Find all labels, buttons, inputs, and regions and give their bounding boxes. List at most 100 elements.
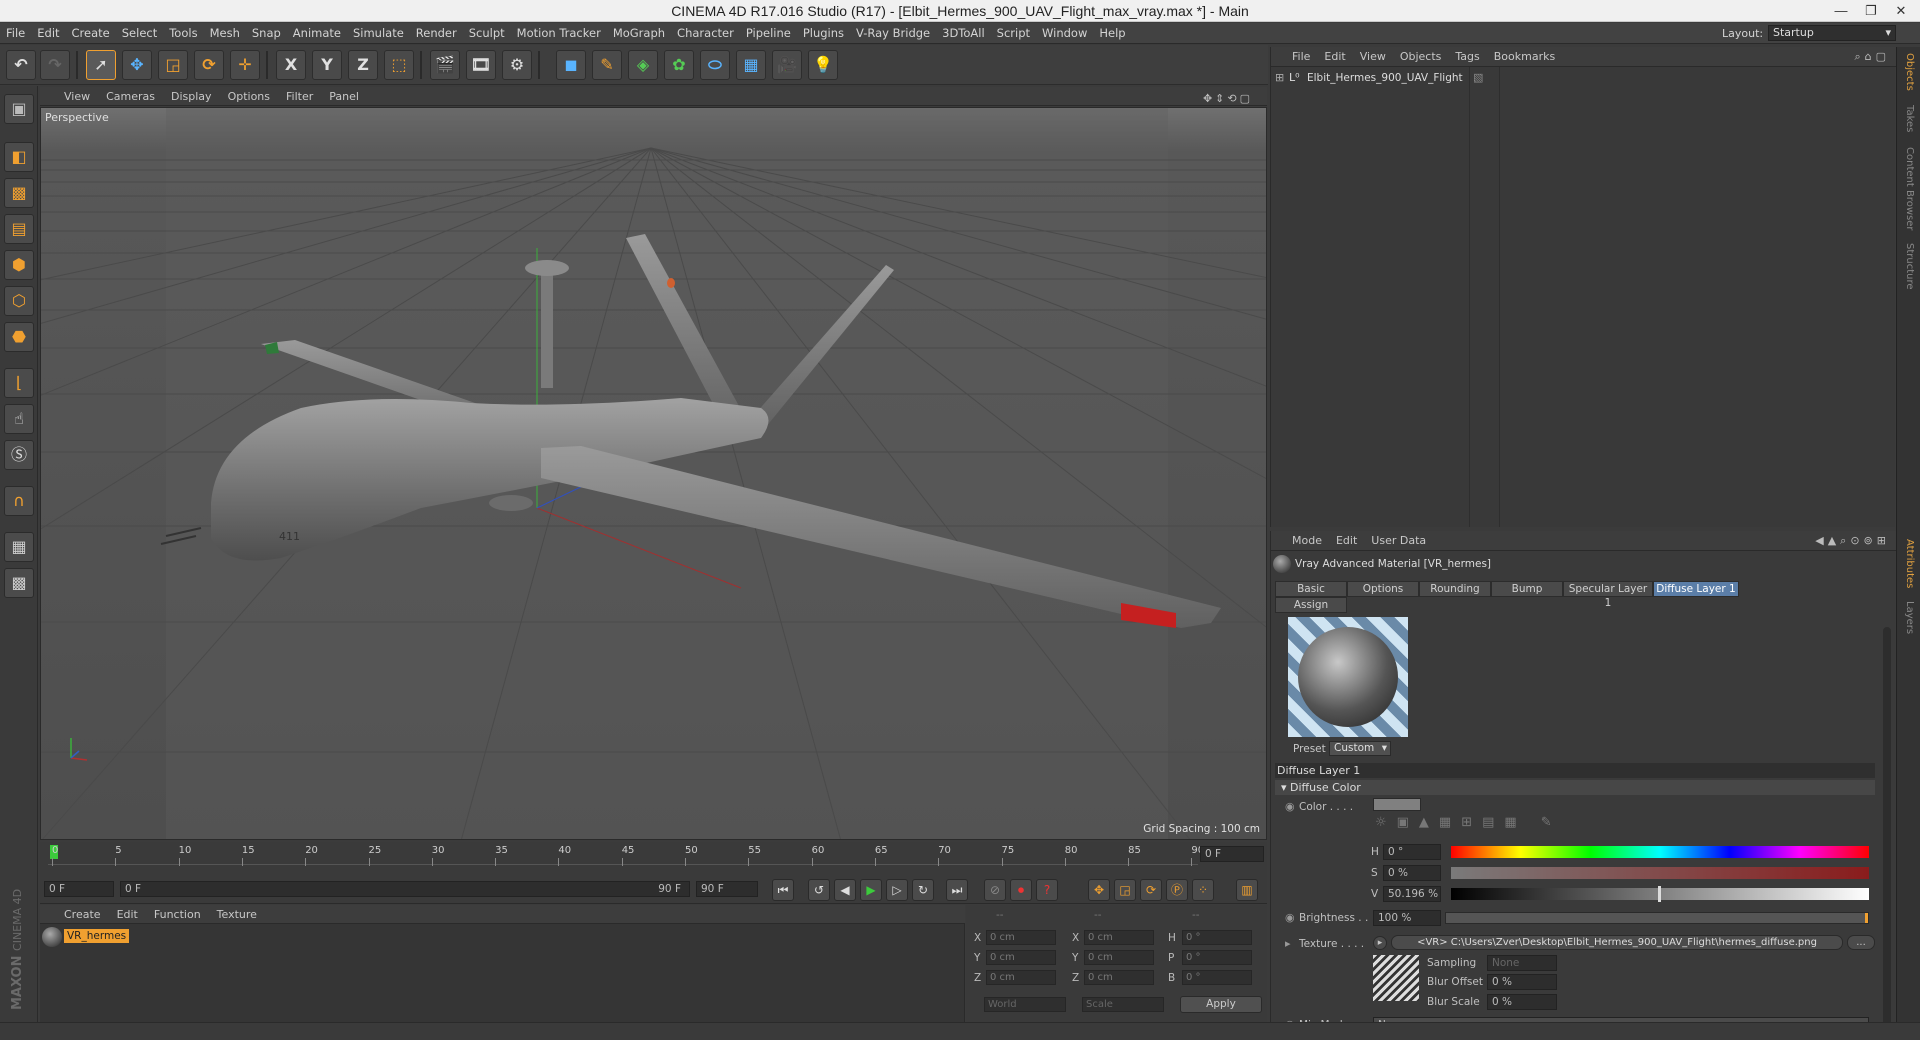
goto-end-icon[interactable]: ⏭: [946, 879, 968, 901]
rotation-h-field[interactable]: 0 °: [1182, 930, 1252, 945]
keyframe-selection-icon[interactable]: ?: [1036, 879, 1058, 901]
viewport-nav-icons[interactable]: ✥⇕⟲▢: [1195, 89, 1261, 108]
brightness-slider[interactable]: [1445, 912, 1869, 924]
position-y-field[interactable]: 0 cm: [986, 950, 1056, 965]
coordinate-system-icon[interactable]: ⬚: [384, 50, 414, 80]
record-active-icon[interactable]: ⊘: [984, 879, 1006, 901]
expand-arrow-icon[interactable]: ▸: [1285, 937, 1291, 950]
mat-menu-function[interactable]: Function: [146, 905, 209, 924]
size-x-field[interactable]: 0 cm: [1084, 930, 1154, 945]
menu-select[interactable]: Select: [116, 23, 163, 44]
cube-primitive-icon[interactable]: ◼: [556, 50, 586, 80]
axis-z-button[interactable]: Z: [348, 50, 378, 80]
hue-slider[interactable]: [1451, 846, 1869, 858]
menu-edit[interactable]: Edit: [31, 23, 65, 44]
viewport-menu-panel[interactable]: Panel: [321, 87, 367, 106]
material-thumbnail[interactable]: [42, 927, 62, 947]
tab-options[interactable]: Options: [1347, 581, 1419, 597]
menu-render[interactable]: Render: [410, 23, 463, 44]
axis-y-button[interactable]: Y: [312, 50, 342, 80]
size-z-field[interactable]: 0 cm: [1084, 970, 1154, 985]
move-icon[interactable]: ✥: [122, 50, 152, 80]
sampling-dropdown[interactable]: None: [1487, 955, 1557, 971]
mat-menu-create[interactable]: Create: [56, 905, 109, 924]
mat-menu-edit[interactable]: Edit: [109, 905, 146, 924]
viewport-menu-options[interactable]: Options: [220, 87, 278, 106]
side-tab-objects[interactable]: Objects: [1904, 53, 1915, 91]
search-icon[interactable]: ⌕⌂▢: [1854, 50, 1890, 64]
expand-icon[interactable]: ⊞: [1275, 71, 1284, 84]
previous-frame-icon[interactable]: ◀: [834, 879, 856, 901]
tab-specular-layer-1[interactable]: Specular Layer 1: [1563, 581, 1653, 609]
size-y-field[interactable]: 0 cm: [1084, 950, 1154, 965]
goto-start-icon[interactable]: ⏮: [772, 879, 794, 901]
frame-range-slider[interactable]: 0 F 90 F: [120, 881, 690, 897]
redo-icon[interactable]: ↷: [40, 50, 70, 80]
menu-character[interactable]: Character: [671, 23, 740, 44]
side-tab-structure[interactable]: Structure: [1904, 243, 1915, 290]
menu-motion-tracker[interactable]: Motion Tracker: [511, 23, 607, 44]
floor-icon[interactable]: ▦: [736, 50, 766, 80]
blur-offset-field[interactable]: 0 %: [1487, 974, 1557, 990]
tweak-mode-icon[interactable]: ☝: [4, 404, 34, 434]
snap-magnet-icon[interactable]: ∩: [4, 486, 34, 516]
texture-browse-button[interactable]: ...: [1847, 935, 1875, 950]
color-swatch[interactable]: [1373, 798, 1421, 811]
menu-simulate[interactable]: Simulate: [347, 23, 410, 44]
scale-dropdown[interactable]: Scale: [1082, 997, 1164, 1012]
hue-field[interactable]: 0 °: [1383, 844, 1441, 860]
key-position-icon[interactable]: ✥: [1088, 879, 1110, 901]
texture-thumbnail[interactable]: [1373, 955, 1419, 1001]
value-slider-handle[interactable]: [1658, 886, 1661, 902]
tab-basic[interactable]: Basic: [1275, 581, 1347, 597]
obj-menu-file[interactable]: File: [1285, 47, 1317, 67]
polygons-mode-icon[interactable]: ⬣: [4, 322, 34, 352]
menu-sculpt[interactable]: Sculpt: [463, 23, 511, 44]
rotate-icon[interactable]: ⟳: [194, 50, 224, 80]
obj-menu-bookmarks[interactable]: Bookmarks: [1487, 47, 1562, 67]
visibility-icon[interactable]: ▧: [1473, 71, 1483, 84]
timeline-ruler[interactable]: 0 5 10 15 20 25 30 35 40 45 50 55 60 65 70 75 80 85 90 0 F: [40, 842, 1267, 874]
viewport-menu-display[interactable]: Display: [163, 87, 220, 106]
spline-pen-icon[interactable]: ✎: [592, 50, 622, 80]
transform-icon[interactable]: ✛: [230, 50, 260, 80]
mograph-cloner-icon[interactable]: ✿: [664, 50, 694, 80]
axis-mode-icon[interactable]: ⌊: [4, 368, 34, 398]
tab-assign[interactable]: Assign: [1275, 597, 1347, 613]
menu-window[interactable]: Window: [1036, 23, 1093, 44]
attr-menu-user-data[interactable]: User Data: [1364, 531, 1433, 551]
previous-key-icon[interactable]: ↺: [808, 879, 830, 901]
texture-mode-icon[interactable]: ▩: [4, 178, 34, 208]
subsection-diffuse-color[interactable]: ▾ Diffuse Color: [1275, 780, 1875, 795]
menu-animate[interactable]: Animate: [287, 23, 347, 44]
render-settings-icon[interactable]: ⚙: [502, 50, 532, 80]
timeline-end-field[interactable]: 0 F: [1200, 846, 1264, 862]
obj-menu-tags[interactable]: Tags: [1448, 47, 1486, 67]
world-dropdown[interactable]: World: [984, 997, 1066, 1012]
color-picker-mode-icons[interactable]: ☼▣▲▦⊞▤▦ ✎: [1375, 815, 1562, 830]
workplane-icon[interactable]: ▤: [4, 214, 34, 244]
scale-icon[interactable]: ◲: [158, 50, 188, 80]
viewport-menu-cameras[interactable]: Cameras: [98, 87, 163, 106]
light-icon[interactable]: 💡: [808, 50, 838, 80]
max-frame-field[interactable]: 90 F: [696, 881, 758, 897]
deformer-icon[interactable]: ⬭: [700, 50, 730, 80]
position-z-field[interactable]: 0 cm: [986, 970, 1056, 985]
attr-nav-icons[interactable]: ◀▲⌕⊙⊚⊞: [1815, 534, 1890, 548]
viewport-menu-view[interactable]: View: [56, 87, 98, 106]
value-slider[interactable]: [1451, 886, 1869, 902]
next-frame-icon[interactable]: ▷: [886, 879, 908, 901]
side-tab-content-browser[interactable]: Content Browser: [1904, 147, 1915, 230]
restore-button[interactable]: ❐: [1856, 0, 1886, 22]
rotation-p-field[interactable]: 0 °: [1182, 950, 1252, 965]
workplane-grid-icon[interactable]: ▦: [4, 532, 34, 562]
menu-help[interactable]: Help: [1093, 23, 1131, 44]
menu-mograph[interactable]: MoGraph: [607, 23, 671, 44]
camera-icon[interactable]: 🎥: [772, 50, 802, 80]
menu-vray-bridge[interactable]: V-Ray Bridge: [850, 23, 936, 44]
object-row[interactable]: ⊞ L⁰ Elbit_Hermes_900_UAV_Flight ▧: [1271, 69, 1896, 87]
saturation-field[interactable]: 0 %: [1383, 865, 1441, 881]
timeline-window-icon[interactable]: ▥: [1236, 879, 1258, 901]
side-tab-takes[interactable]: Takes: [1904, 105, 1915, 132]
model-mode-icon[interactable]: ◧: [4, 142, 34, 172]
